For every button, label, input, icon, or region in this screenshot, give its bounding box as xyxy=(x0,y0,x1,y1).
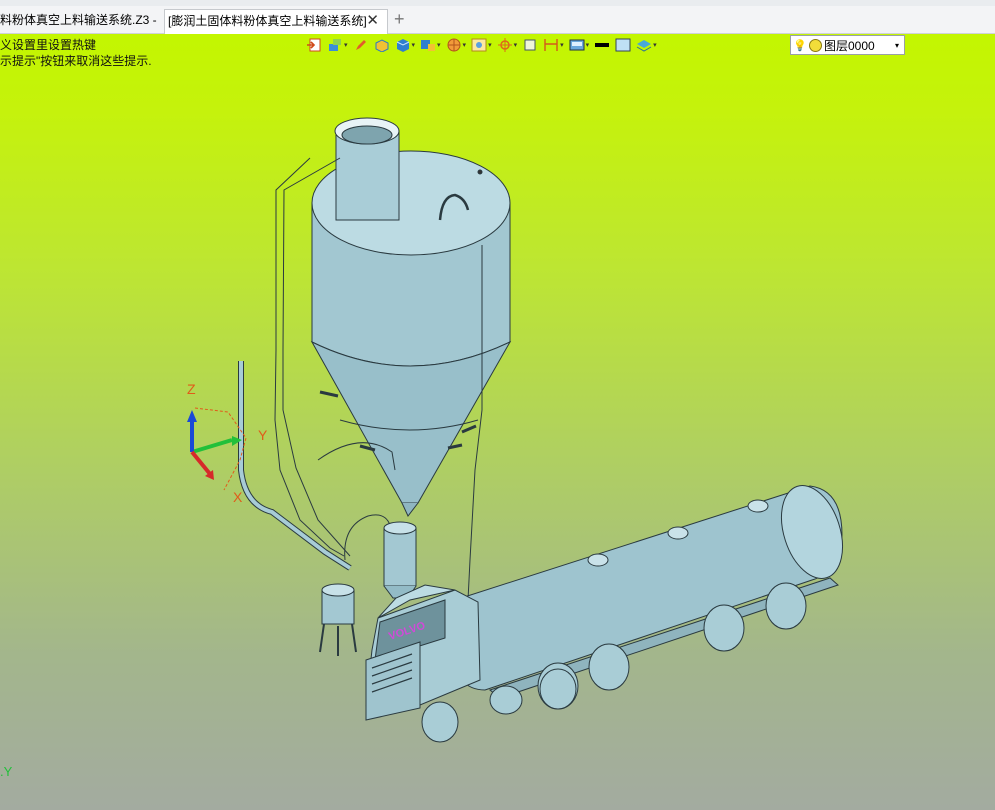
document-tab-bar: 料粉体真空上料输送系统.Z3 - [膨润土固体料粉体真空上料输送系统] ✕ + xyxy=(0,6,995,34)
axis-triad[interactable]: Z Y X xyxy=(187,381,268,505)
storage-silo[interactable] xyxy=(310,117,512,517)
3d-viewport[interactable]: 义设置里设置热键 示提示"按钮来取消这些提示. ▾ ▾ ▾ ▾ ▾ ▾ ▾ ▾ … xyxy=(0,34,995,810)
tab-document-previous[interactable]: 料粉体真空上料输送系统.Z3 - xyxy=(0,9,164,33)
corner-y-label: Y xyxy=(3,764,13,779)
tab-label: 料粉体真空上料输送系统.Z3 - xyxy=(0,13,157,27)
cad-model-scene[interactable]: VOLVO Z Y X xyxy=(0,34,995,810)
y-axis-label: Y xyxy=(258,427,268,443)
receiving-hopper[interactable] xyxy=(383,521,417,599)
tab-document-active[interactable]: [膨润土固体料粉体真空上料输送系统] ✕ xyxy=(164,9,388,34)
z-axis-label: Z xyxy=(187,381,196,397)
close-tab-icon[interactable]: ✕ xyxy=(366,10,379,32)
x-axis-label: X xyxy=(233,489,243,505)
tab-label: [膨润土固体料粉体真空上料输送系统] xyxy=(168,14,367,28)
add-tab-icon[interactable]: + xyxy=(394,9,405,29)
filter-tank[interactable] xyxy=(319,583,357,656)
corner-axis-indicator: .Y xyxy=(0,764,13,779)
tanker-trailer[interactable] xyxy=(449,478,853,710)
